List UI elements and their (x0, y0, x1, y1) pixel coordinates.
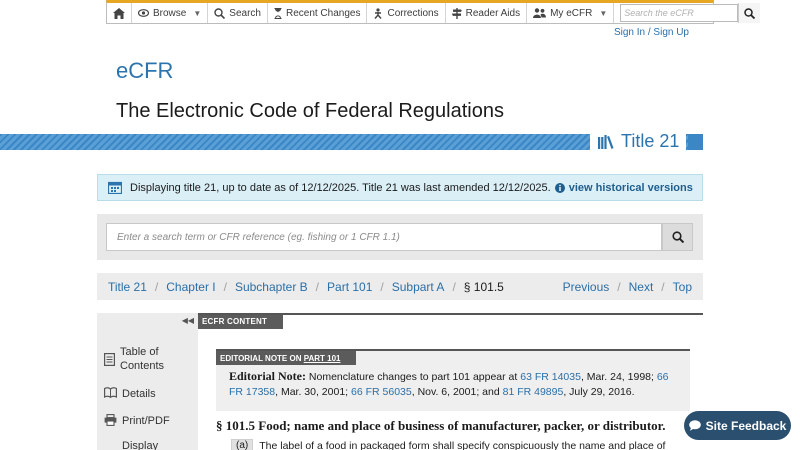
fr-citation-link[interactable]: 63 FR 14035 (520, 371, 581, 383)
hourglass-icon (274, 7, 282, 19)
recent-changes-label: Recent Changes (285, 7, 361, 19)
content-tab: ECFR CONTENT (198, 315, 283, 329)
search-icon (744, 7, 756, 19)
nav-search (614, 3, 761, 23)
display-label: Display (122, 440, 159, 450)
sidebar-item-print[interactable]: Print/PDF (104, 414, 170, 428)
my-ecfr-menu[interactable]: My eCFR ▼ (527, 3, 615, 23)
section-heading: § 101.5 Food; name and place of business… (216, 418, 666, 433)
info-icon (554, 182, 565, 193)
recent-changes-menu[interactable]: Recent Changes (268, 3, 368, 23)
person-icon (374, 7, 383, 19)
top-link[interactable]: Top (673, 280, 692, 294)
document-icon (104, 353, 115, 366)
part-101-link[interactable]: PART 101 (304, 354, 341, 363)
brand-logo[interactable]: eCFR (116, 58, 173, 84)
breadcrumb-chapter[interactable]: Chapter I (166, 280, 215, 294)
pager: Previous / Next / Top (562, 279, 692, 294)
previous-link[interactable]: Previous (563, 280, 610, 294)
nav-search-button[interactable] (738, 3, 761, 23)
site-feedback-button[interactable]: Site Feedback (684, 411, 791, 440)
calendar-icon (108, 181, 122, 194)
breadcrumb-current: § 101.5 (463, 279, 504, 294)
top-navigation: Browse ▼ Search Recent Changes Correctio… (106, 0, 761, 24)
toc-label-line2: Contents (120, 360, 165, 372)
printer-icon (104, 414, 117, 426)
title-band (0, 134, 800, 150)
fr-citation-link[interactable]: 66 FR 56035 (351, 386, 412, 398)
title-label: Title 21 (621, 131, 680, 151)
info-banner: Displaying title 21, up to date as of 12… (97, 174, 703, 201)
ecfr-content: ECFR CONTENT EDITORIAL NOTE ON PART 101 … (198, 313, 703, 450)
my-ecfr-label: My eCFR (550, 7, 593, 19)
nav-search-input[interactable] (620, 4, 739, 22)
search-menu[interactable]: Search (208, 3, 268, 23)
reader-aids-label: Reader Aids (465, 7, 521, 19)
breadcrumb: Title 21 / Chapter I / Subchapter B / Pa… (97, 273, 703, 300)
site-title: The Electronic Code of Federal Regulatio… (116, 100, 504, 122)
paragraph-number[interactable]: (a) (231, 439, 254, 450)
breadcrumb-subpart[interactable]: Subpart A (392, 280, 445, 294)
home-button[interactable] (107, 3, 132, 23)
sidebar-item-display[interactable]: Display (104, 439, 158, 450)
breadcrumb-title[interactable]: Title 21 (108, 280, 147, 294)
books-icon (598, 134, 614, 149)
sidebar-item-details[interactable]: Details (104, 387, 156, 401)
book-open-icon (104, 387, 117, 398)
sign-in-link[interactable]: Sign In / Sign Up (614, 27, 689, 38)
details-label: Details (122, 388, 156, 400)
content-search-input[interactable]: Enter a search term or CFR reference (eg… (106, 223, 662, 251)
search-icon (671, 231, 684, 243)
content-search: Enter a search term or CFR reference (eg… (97, 214, 703, 260)
paragraph-text: The label of a food in packaged form sha… (259, 439, 666, 450)
editorial-note: EDITORIAL NOTE ON PART 101 Editorial Not… (216, 349, 690, 411)
title-heading[interactable]: Title 21 (598, 131, 679, 152)
chevron-down-icon: ▼ (193, 8, 202, 18)
info-message: Displaying title 21, up to date as of 12… (130, 181, 551, 194)
corrections-menu[interactable]: Corrections (367, 3, 446, 23)
next-link[interactable]: Next (629, 280, 654, 294)
browse-menu[interactable]: Browse ▼ (132, 3, 209, 23)
eye-icon (138, 9, 149, 17)
sidebar-item-toc[interactable]: Table of Contents (104, 345, 164, 373)
browse-label: Browse (153, 7, 187, 19)
collapse-sidebar-icon[interactable]: ◀◀ (182, 316, 194, 325)
historical-versions-link[interactable]: view historical versions (569, 182, 693, 194)
sidebar: ◀◀ Table of Contents Details Print/PDF Di… (97, 313, 198, 450)
search-icon (214, 7, 226, 19)
paragraph-a: (a) The label of a food in packaged form… (231, 439, 665, 450)
breadcrumb-part[interactable]: Part 101 (327, 280, 372, 294)
editorial-note-text: Editorial Note: Nomenclature changes to … (229, 369, 669, 398)
toc-label-line1: Table of (120, 346, 159, 358)
search-label: Search (229, 7, 261, 19)
reader-aids-menu[interactable]: Reader Aids (446, 3, 528, 23)
fr-citation-link[interactable]: 81 FR 49895 (503, 386, 564, 398)
users-icon (533, 8, 547, 18)
chevron-down-icon: ▼ (599, 8, 608, 18)
print-label: Print/PDF (122, 415, 170, 427)
editorial-note-label: EDITORIAL NOTE ON PART 101 (216, 351, 356, 365)
chat-bubble-icon (688, 420, 701, 431)
signpost-icon (451, 7, 462, 19)
content-search-button[interactable] (662, 223, 693, 251)
home-icon (113, 7, 125, 19)
breadcrumb-subchapter[interactable]: Subchapter B (235, 280, 308, 294)
site-feedback-label: Site Feedback (705, 418, 787, 433)
corrections-label: Corrections (387, 7, 439, 19)
